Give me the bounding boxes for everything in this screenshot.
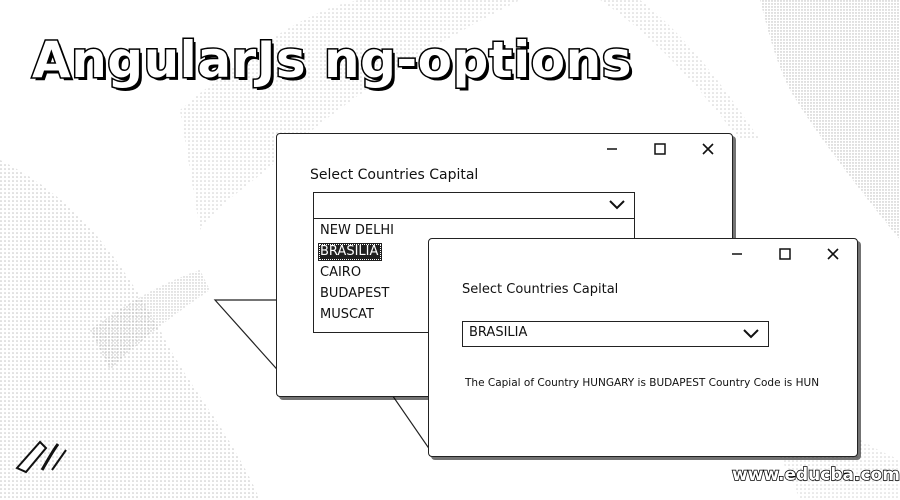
window-controls xyxy=(588,134,732,164)
angularjs-logo-icon xyxy=(12,430,72,485)
page-title: AngularJs ng-options xyxy=(30,30,633,91)
minimize-icon[interactable] xyxy=(713,239,761,269)
option-new-delhi[interactable]: NEW DELHI xyxy=(318,222,394,240)
option-muscat[interactable]: MUSCAT xyxy=(318,306,374,324)
watermark: www.educba.com xyxy=(731,464,900,486)
result-message: The Capial of Country HUNGARY is BUDAPES… xyxy=(465,377,820,389)
select-value: BRASILIA xyxy=(469,325,528,340)
window-controls xyxy=(713,239,857,269)
option-budapest[interactable]: BUDAPEST xyxy=(318,285,389,303)
select-label: Select Countries Capital xyxy=(310,167,479,183)
option-brasilia[interactable]: BRASILIA xyxy=(318,243,382,261)
option-cairo[interactable]: CAIRO xyxy=(318,264,361,282)
maximize-icon[interactable] xyxy=(761,239,809,269)
capital-select[interactable]: BRASILIA xyxy=(462,321,769,347)
close-icon[interactable] xyxy=(809,239,857,269)
dropdown-divider xyxy=(313,218,635,219)
close-icon[interactable] xyxy=(684,134,732,164)
chevron-down-icon xyxy=(742,326,760,345)
maximize-icon[interactable] xyxy=(636,134,684,164)
capital-select[interactable] xyxy=(313,192,635,218)
front-window xyxy=(428,238,858,457)
chevron-down-icon xyxy=(608,197,626,216)
select-label: Select Countries Capital xyxy=(462,282,619,297)
minimize-icon[interactable] xyxy=(588,134,636,164)
